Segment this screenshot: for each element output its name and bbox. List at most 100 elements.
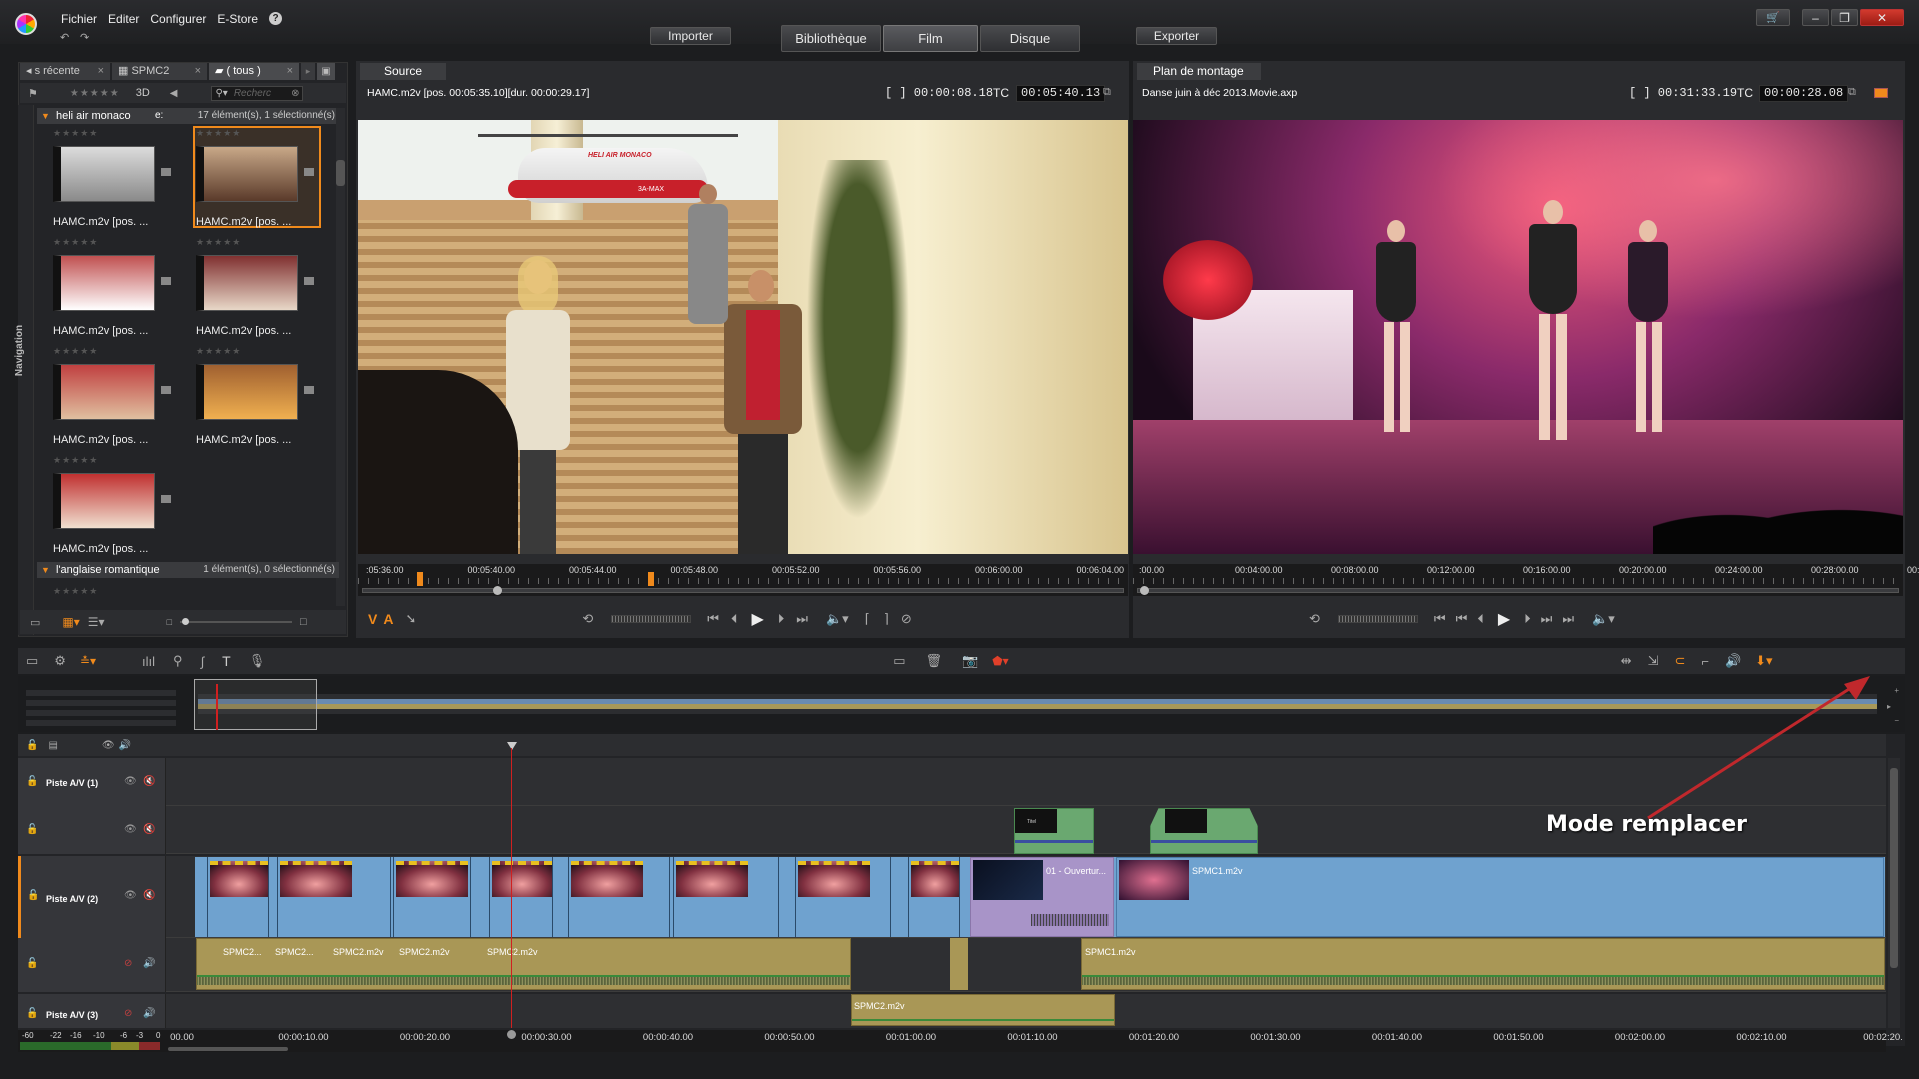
help-icon[interactable]: ? <box>269 12 283 25</box>
navigator-scroll-down[interactable]: − <box>1894 716 1899 725</box>
tab-recent[interactable]: ◂ s récente × <box>20 63 110 80</box>
step-forward-icon[interactable]: ⏵ <box>1524 611 1531 627</box>
restore-button[interactable]: ❐ <box>1831 9 1858 26</box>
menu-fichier[interactable]: Fichier <box>61 12 97 26</box>
microphone-icon[interactable]: 🎙 <box>249 653 266 669</box>
go-to-start-icon[interactable]: ⏮ <box>707 611 719 627</box>
track-header-1[interactable]: 🔓 Piste A/V (1) 👁 🔇 <box>18 758 166 806</box>
video-clip[interactable]: SPMC1.m2v <box>1116 857 1884 937</box>
tab-scroll-right[interactable]: ▸ <box>301 63 315 80</box>
track-name[interactable]: Piste A/V (2) <box>46 894 98 904</box>
eye-icon[interactable]: 👁 <box>102 740 115 751</box>
library-item-label[interactable]: HAMC.m2v [pos. ... <box>53 543 148 555</box>
navigator-scroll-right[interactable]: ▸ <box>1887 702 1891 711</box>
video-clip[interactable] <box>277 857 391 937</box>
ruler-playhead-marker[interactable] <box>507 1030 516 1039</box>
close-button[interactable]: ✕ <box>1860 9 1904 26</box>
filter-3d[interactable]: 3D <box>136 87 150 99</box>
edit-mode-icon[interactable]: ≛▾ <box>80 654 96 668</box>
timeline-vscroll[interactable] <box>1888 758 1900 1028</box>
title-clip[interactable] <box>1150 808 1258 854</box>
preview-pane-icon[interactable]: ▭ <box>30 616 40 629</box>
program-scrubber[interactable] <box>1137 586 1899 595</box>
navigator-scroll-up[interactable]: + <box>1894 686 1899 695</box>
rating-stars[interactable]: ★★★★★ <box>53 346 98 357</box>
scrub-audio-icon[interactable]: 🔊 <box>1725 653 1741 669</box>
tag-icon[interactable]: ⚑ <box>28 87 38 100</box>
add-video-toggle[interactable]: V <box>368 611 377 627</box>
track-list-icon[interactable]: ▤ <box>48 740 57 751</box>
library-group-1-header[interactable]: ▼ heli air monaco e: 17 élément(s), 1 sé… <box>37 108 339 124</box>
previous-edit-icon[interactable]: ⏮ <box>1456 611 1468 627</box>
minimize-button[interactable]: – <box>1802 9 1829 26</box>
clear-search-icon[interactable]: ⊗ <box>291 88 299 99</box>
mark-in-icon[interactable]: ⌈ <box>865 611 870 627</box>
track-name[interactable]: Piste A/V (3) <box>46 1010 98 1020</box>
track-name[interactable]: Piste A/V (1) <box>46 778 98 788</box>
eye-icon[interactable]: 👁 <box>124 776 137 787</box>
snapshot-icon[interactable]: 📷 <box>962 653 978 669</box>
audio-clip[interactable]: SPMC1.m2v <box>1081 938 1885 990</box>
rating-stars[interactable]: ★★★★★ <box>196 128 241 139</box>
video-clip[interactable] <box>489 857 553 937</box>
shuttle-slider[interactable] <box>1337 615 1418 623</box>
menu-estore[interactable]: E-Store <box>217 12 258 26</box>
eye-icon[interactable]: 👁 <box>124 824 137 835</box>
tab-bibliotheque[interactable]: Bibliothèque <box>781 25 881 52</box>
audio-clip[interactable]: SPMC2.m2v <box>851 994 1115 1026</box>
video-clip[interactable] <box>568 857 670 937</box>
rating-stars[interactable]: ★★★★★ <box>53 455 98 466</box>
go-to-end-icon[interactable]: ⏭ <box>1562 611 1574 627</box>
fullscreen-icon[interactable]: ⧉ <box>1103 86 1111 99</box>
library-item-thumbnail[interactable] <box>196 255 298 311</box>
tab-disque[interactable]: Disque <box>980 25 1080 52</box>
ripple-icon[interactable]: ⇲ <box>1648 653 1659 669</box>
undo-icon[interactable]: ↶ <box>60 31 69 44</box>
app-logo-icon[interactable] <box>15 13 37 35</box>
title-tool-icon[interactable]: T <box>222 653 231 669</box>
rating-filter[interactable]: ★★★★★ <box>70 88 120 99</box>
storyboard-icon[interactable]: ▭ <box>893 653 905 669</box>
library-scrollbar[interactable] <box>336 108 345 606</box>
program-ruler[interactable]: :00.00 00:04:00.00 00:08:00.00 00:12:00.00 0… <box>1133 564 1919 596</box>
speaker-mute-icon[interactable]: 🔇 <box>143 776 155 787</box>
library-item-label[interactable]: HAMC.m2v [pos. ... <box>196 434 291 446</box>
lock-icon[interactable]: 🔓 <box>26 1008 38 1019</box>
split-icon[interactable]: ⇹ <box>1621 653 1632 669</box>
speaker-icon[interactable]: 🔊 <box>143 1008 155 1019</box>
speaker-mute-icon[interactable]: 🔇 <box>143 824 155 835</box>
library-group-2-header[interactable]: ▼ l'anglaise romantique 1 élément(s), 0 … <box>37 562 339 578</box>
volume-icon[interactable]: 🔈▾ <box>1592 611 1615 627</box>
loop-icon[interactable]: ⟲ <box>1309 611 1320 627</box>
speaker-icon[interactable]: 🔊 <box>119 740 131 751</box>
step-forward-icon[interactable]: ⏵ <box>778 611 785 627</box>
playhead-line[interactable] <box>511 748 512 1028</box>
library-item-label[interactable]: HAMC.m2v [pos. ... <box>53 434 148 446</box>
video-clip[interactable] <box>908 857 960 937</box>
navigation-sidebar[interactable]: Navigation <box>14 105 34 635</box>
lock-icon[interactable]: 🔓 <box>26 958 38 969</box>
marker-icon[interactable]: ⬟▾ <box>992 654 1008 668</box>
library-item-thumbnail[interactable] <box>196 146 298 202</box>
timeline-navigator[interactable]: + ▸ − <box>18 676 1905 732</box>
rating-stars[interactable]: ★★★★★ <box>196 346 241 357</box>
menu-configurer[interactable]: Configurer <box>150 12 206 26</box>
razor-icon[interactable]: ∫ <box>201 654 205 669</box>
loop-icon[interactable]: ⟲ <box>582 611 593 627</box>
mark-in-marker[interactable] <box>417 572 423 586</box>
clip-speed-icon[interactable]: ⚲ <box>173 653 183 669</box>
next-edit-icon[interactable]: ⏭ <box>1541 611 1553 627</box>
play-icon[interactable]: ▶ <box>751 609 763 629</box>
speaker-icon[interactable]: 🔊 <box>143 958 155 969</box>
search-box[interactable]: ⚲▾ Recherc ⊗ <box>211 85 304 101</box>
gear-icon[interactable]: ⚙ <box>54 653 66 669</box>
rating-stars[interactable]: ★★★★★ <box>53 128 98 139</box>
new-tab-button[interactable]: ▣ <box>317 63 335 80</box>
timeline-settings-icon[interactable]: ▭ <box>26 653 38 669</box>
source-ruler[interactable]: :05:36.00 00:05:40.00 00:05:44.00 00:05:48.… <box>358 564 1128 596</box>
speaker-mute-icon[interactable]: 🔇 <box>143 890 155 901</box>
video-clip[interactable] <box>673 857 779 937</box>
library-item-label[interactable]: HAMC.m2v [pos. ... <box>196 216 291 228</box>
library-item-thumbnail[interactable] <box>53 364 155 420</box>
import-button[interactable]: Importer <box>650 27 731 45</box>
